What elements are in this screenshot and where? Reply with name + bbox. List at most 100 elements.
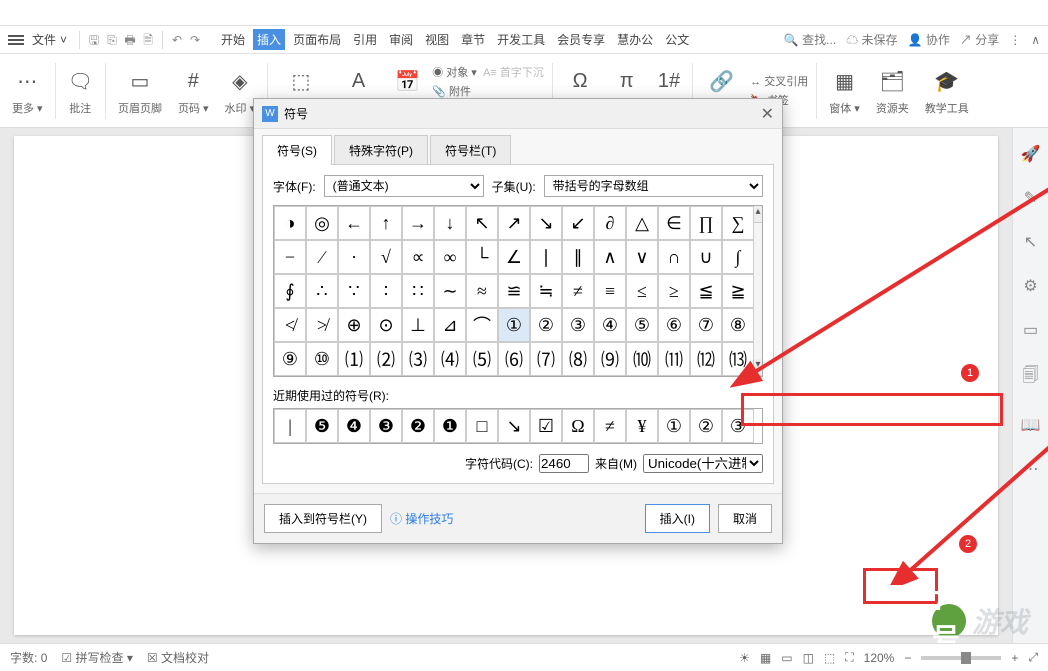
- code-input[interactable]: [539, 454, 589, 473]
- symbol-cell[interactable]: ≤: [626, 274, 658, 308]
- ruler-icon[interactable]: ▭: [1023, 320, 1038, 340]
- symbol-cell[interactable]: ∷: [402, 274, 434, 308]
- symbol-cell[interactable]: ⑹: [498, 342, 530, 376]
- symbol-cell[interactable]: ⑵: [370, 342, 402, 376]
- symbol-cell[interactable]: ⑶: [402, 342, 434, 376]
- save-as-icon[interactable]: ⎘: [104, 32, 120, 48]
- symbol-cell[interactable]: ∠: [498, 240, 530, 274]
- symbol-cell[interactable]: ∩: [658, 240, 690, 274]
- insert-button[interactable]: 插入(I): [645, 504, 710, 533]
- symbol-cell[interactable]: ⑴: [338, 342, 370, 376]
- symbol-cell[interactable]: ⑤: [626, 308, 658, 342]
- recent-symbol-cell[interactable]: ❺: [306, 409, 338, 443]
- proofread-toggle[interactable]: ☒ 文档校对: [147, 649, 209, 666]
- symbol-cell[interactable]: ↖: [466, 206, 498, 240]
- hamburger-icon[interactable]: [8, 32, 24, 48]
- symbol-cell[interactable]: ⊿: [434, 308, 466, 342]
- share-button[interactable]: ↗ 分享: [960, 31, 999, 48]
- symbol-cell[interactable]: ⑺: [530, 342, 562, 376]
- symbol-cell[interactable]: ⌒: [466, 308, 498, 342]
- symbol-cell[interactable]: ③: [562, 308, 594, 342]
- word-count[interactable]: 字数: 0: [10, 649, 47, 666]
- redo-icon[interactable]: ↷: [187, 32, 203, 48]
- symbol-cell[interactable]: ∣: [530, 240, 562, 274]
- recent-symbol-cell[interactable]: ②: [690, 409, 722, 443]
- attachment-button[interactable]: 📎 附件: [432, 83, 471, 99]
- symbol-cell[interactable]: ↘: [530, 206, 562, 240]
- symbol-cell[interactable]: ∮: [274, 274, 306, 308]
- header-footer-button[interactable]: ▭页眉页脚: [110, 54, 170, 127]
- view-mode-2-icon[interactable]: ▦: [760, 651, 771, 665]
- symbol-cell[interactable]: ≒: [530, 274, 562, 308]
- recent-symbol-cell[interactable]: ☑: [530, 409, 562, 443]
- zoom-slider[interactable]: [921, 656, 1001, 660]
- symbol-cell[interactable]: ⑽: [626, 342, 658, 376]
- symbol-cell[interactable]: ∪: [690, 240, 722, 274]
- symbol-cell[interactable]: −: [274, 240, 306, 274]
- tab-symbolbar[interactable]: 符号栏(T): [430, 135, 511, 165]
- tab-start[interactable]: 开始: [217, 29, 249, 50]
- tab-reference[interactable]: 引用: [349, 29, 381, 50]
- tab-vip[interactable]: 会员专享: [553, 29, 609, 50]
- more-group[interactable]: ⋯更多 ▾: [4, 54, 51, 127]
- pencil-icon[interactable]: ✎: [1024, 188, 1037, 208]
- symbol-cell[interactable]: →: [402, 206, 434, 240]
- symbol-cell[interactable]: ⊥: [402, 308, 434, 342]
- symbol-cell[interactable]: ∂: [594, 206, 626, 240]
- symbol-cell[interactable]: ⑼: [594, 342, 626, 376]
- undo-icon[interactable]: ↶: [169, 32, 185, 48]
- zoom-out-icon[interactable]: −: [904, 651, 911, 665]
- recent-symbol-cell[interactable]: |: [274, 409, 306, 443]
- insert-to-bar-button[interactable]: 插入到符号栏(Y): [264, 504, 382, 533]
- recent-symbol-cell[interactable]: ↘: [498, 409, 530, 443]
- tab-view[interactable]: 视图: [421, 29, 453, 50]
- resource-button[interactable]: 🗂资源夹: [868, 54, 917, 127]
- symbol-cell[interactable]: ⊙: [370, 308, 402, 342]
- tab-huiban[interactable]: 慧办公: [613, 29, 657, 50]
- cursor-icon[interactable]: ↖: [1024, 232, 1037, 252]
- tab-review[interactable]: 审阅: [385, 29, 417, 50]
- tab-insert[interactable]: 插入: [253, 29, 285, 50]
- symbol-cell[interactable]: ②: [530, 308, 562, 342]
- symbol-cell[interactable]: ①: [498, 308, 530, 342]
- fit-width-icon[interactable]: ⛶: [845, 650, 853, 665]
- symbol-grid[interactable]: ◑◎←↑→↓↖↗↘↙∂△∈∏∑−∕·√∝∞└∠∣∥∧∨∩∪∫∮∴∵∶∷∼≈≌≒≠…: [274, 206, 754, 376]
- symbol-cell[interactable]: ⑸: [466, 342, 498, 376]
- symbol-cell[interactable]: ∕: [306, 240, 338, 274]
- symbol-cell[interactable]: ↓: [434, 206, 466, 240]
- recent-symbol-cell[interactable]: ≠: [594, 409, 626, 443]
- symbol-cell[interactable]: ◎: [306, 206, 338, 240]
- recent-grid[interactable]: |❺❹❸❷❶□↘☑Ω≠¥①②③: [273, 408, 763, 444]
- tab-gongwen[interactable]: 公文: [661, 29, 693, 50]
- fullscreen-icon[interactable]: ⤢: [1028, 650, 1038, 665]
- symbol-cell[interactable]: ∵: [338, 274, 370, 308]
- symbol-cell[interactable]: ∧: [594, 240, 626, 274]
- expand-icon[interactable]: ∧: [1031, 33, 1040, 47]
- symbol-cell[interactable]: ∼: [434, 274, 466, 308]
- symbol-cell[interactable]: ∏: [690, 206, 722, 240]
- symbol-cell[interactable]: ↗: [498, 206, 530, 240]
- symbol-cell[interactable]: ∝: [402, 240, 434, 274]
- form-button[interactable]: ▦窗体 ▾: [821, 54, 868, 127]
- tab-special[interactable]: 特殊字符(P): [334, 135, 428, 165]
- zoom-in-icon[interactable]: +: [1011, 651, 1018, 665]
- symbol-cell[interactable]: ⒀: [722, 342, 754, 376]
- symbol-cell[interactable]: ↑: [370, 206, 402, 240]
- symbol-cell[interactable]: ≠: [562, 274, 594, 308]
- symbol-cell[interactable]: △: [626, 206, 658, 240]
- rocket-icon[interactable]: 🚀: [1021, 144, 1041, 164]
- symbol-cell[interactable]: ∥: [562, 240, 594, 274]
- search-box[interactable]: 🔍 查找...: [784, 31, 836, 48]
- teaching-button[interactable]: 🎓教学工具: [917, 54, 977, 127]
- symbol-cell[interactable]: ≈: [466, 274, 498, 308]
- tab-chapter[interactable]: 章节: [457, 29, 489, 50]
- print-icon[interactable]: 🖶: [122, 32, 138, 48]
- font-select[interactable]: (普通文本): [324, 175, 484, 197]
- tab-symbols[interactable]: 符号(S): [262, 135, 332, 165]
- from-select[interactable]: Unicode(十六进制): [643, 454, 763, 473]
- preview-icon[interactable]: 🗎: [140, 32, 156, 48]
- symbol-cell[interactable]: ⑩: [306, 342, 338, 376]
- more-icon[interactable]: ⋮: [1009, 33, 1021, 47]
- symbol-cell[interactable]: ≌: [498, 274, 530, 308]
- recent-symbol-cell[interactable]: □: [466, 409, 498, 443]
